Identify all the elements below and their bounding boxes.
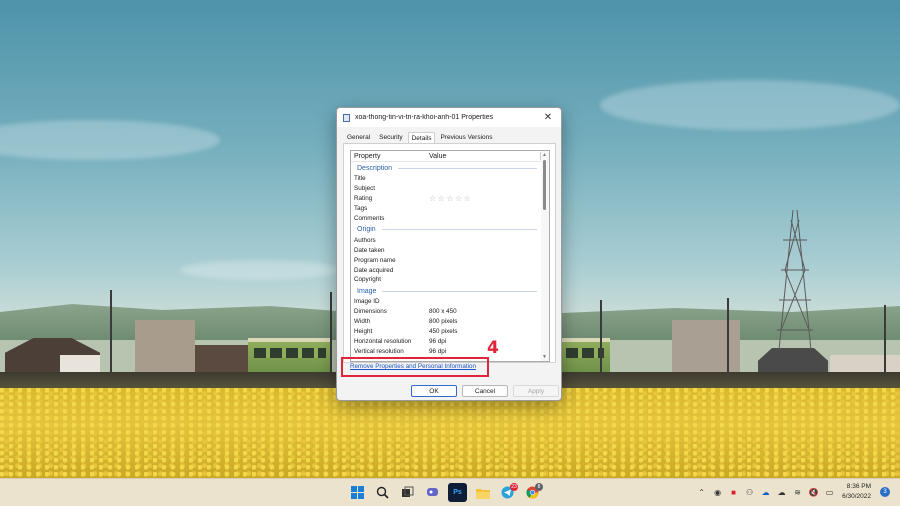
table-row[interactable]: Vertical resolution 96 dpi (351, 346, 541, 356)
property-name: Title (354, 175, 366, 183)
close-button[interactable]: ✕ (541, 111, 555, 125)
properties-list[interactable]: Property Value Description Title Subject… (350, 150, 550, 362)
table-row[interactable]: Height 450 pixels (351, 327, 541, 337)
property-name: Comments (354, 215, 385, 222)
chrome-icon[interactable]: 8 (523, 483, 543, 502)
scroll-up-arrow-icon[interactable]: ▲ (542, 152, 547, 158)
section-origin: Origin (351, 224, 541, 235)
table-row[interactable]: Copyright (351, 275, 541, 285)
property-name: Tags (354, 205, 368, 213)
table-row[interactable]: Image ID (351, 297, 541, 307)
tray-security-icon[interactable]: ■ (728, 487, 739, 498)
power-tower (777, 210, 813, 350)
property-name: Date acquired (354, 266, 394, 274)
tab-strip: General Security Details Previous Versio… (337, 127, 561, 144)
table-row[interactable]: Date acquired (351, 265, 541, 275)
windows-start-icon[interactable] (348, 483, 367, 502)
property-name: Width (354, 318, 371, 326)
telegram-unread-badge: 23 (510, 483, 518, 491)
dialog-titlebar[interactable]: xoa-thong-tin-vi-tri-ra-khoi-anh-01 Prop… (337, 108, 561, 127)
clock-time: 8:36 PM (846, 483, 871, 490)
tray-vpn-icon[interactable]: ⚇ (744, 487, 755, 498)
property-name: Rating (354, 195, 373, 203)
clock[interactable]: 8:36 PM 6/30/2022 (842, 482, 871, 502)
tab-general[interactable]: General (343, 131, 374, 143)
volume-muted-icon[interactable]: 🔇 (808, 487, 819, 498)
cancel-button[interactable]: Cancel (462, 385, 508, 397)
tab-security[interactable]: Security (375, 131, 406, 143)
section-label: Description (357, 165, 393, 172)
table-row[interactable]: Date taken (351, 245, 541, 255)
column-header-property[interactable]: Property (354, 153, 429, 160)
section-label: Image (357, 287, 377, 295)
cloud-icon[interactable]: ☁ (776, 487, 787, 498)
taskbar-apps: Ps 23 8 (348, 483, 543, 502)
highlight-box (341, 357, 489, 377)
section-description: Description (351, 163, 541, 174)
property-name: Subject (354, 185, 376, 193)
ok-button[interactable]: OK (411, 385, 457, 397)
dialog-title: xoa-thong-tin-vi-tri-ra-khoi-anh-01 Prop… (355, 114, 494, 121)
taskbar: Ps 23 8 ⌃ ◉ ■ ⚇ ☁ ☁ ≋ 🔇 ▭ 8:36 PM 6/30/2… (0, 478, 900, 506)
apply-button[interactable]: Apply (513, 385, 559, 397)
scrollbar-thumb[interactable] (543, 160, 546, 210)
property-name: Vertical resolution (354, 347, 404, 355)
section-label: Origin (357, 226, 376, 234)
dialog-buttons: OK Cancel Apply (411, 385, 559, 397)
table-row[interactable]: Dimensions 800 x 450 (351, 307, 541, 317)
property-name: Dimensions (354, 308, 387, 316)
table-row[interactable]: Subject (351, 184, 541, 194)
property-value[interactable]: 96 dpi (429, 348, 541, 355)
step-number-label: 4 (487, 338, 499, 358)
table-row[interactable]: Title (351, 174, 541, 184)
details-panel: Property Value Description Title Subject… (343, 143, 556, 363)
table-row[interactable]: Horizontal resolution 96 dpi (351, 336, 541, 346)
table-row[interactable]: Tags (351, 204, 541, 214)
property-name: Image ID (354, 298, 380, 306)
tray-app-icon[interactable]: ◉ (712, 487, 723, 498)
property-value[interactable]: 450 pixels (429, 328, 541, 335)
table-row[interactable]: Program name (351, 255, 541, 265)
section-image: Image (351, 286, 541, 297)
property-name: Program name (354, 256, 396, 264)
table-row[interactable]: Authors (351, 235, 541, 245)
table-row[interactable]: Width 800 pixels (351, 317, 541, 327)
list-header: Property Value (351, 151, 549, 162)
property-value[interactable]: 800 pixels (429, 318, 541, 325)
photoshop-label: Ps (453, 489, 462, 496)
property-name: Copyright (354, 276, 381, 284)
wifi-icon[interactable]: ≋ (792, 487, 803, 498)
system-tray: ⌃ ◉ ■ ⚇ ☁ ☁ ≋ 🔇 ▭ 8:36 PM 6/30/2022 3 (696, 482, 890, 502)
list-scrollbar[interactable]: ▲ ▼ (541, 151, 549, 361)
column-header-value[interactable]: Value (429, 153, 540, 160)
battery-icon[interactable]: ▭ (824, 487, 835, 498)
task-view-icon[interactable] (398, 483, 417, 502)
property-name: Height (354, 328, 373, 336)
telegram-icon[interactable]: 23 (498, 483, 518, 502)
rating-stars[interactable]: ☆☆☆☆☆ (429, 194, 541, 203)
chevron-up-icon[interactable]: ⌃ (696, 487, 707, 498)
onedrive-icon[interactable]: ☁ (760, 487, 771, 498)
chrome-profile-badge: 8 (535, 483, 543, 491)
tab-previous-versions[interactable]: Previous Versions (436, 131, 496, 143)
chat-icon[interactable] (423, 483, 442, 502)
clock-date: 6/30/2022 (842, 493, 871, 500)
search-icon[interactable] (373, 483, 392, 502)
table-row[interactable]: Rating ☆☆☆☆☆ (351, 194, 541, 204)
image-file-icon (343, 113, 350, 122)
property-name: Authors (354, 236, 376, 244)
property-value[interactable]: 800 x 450 (429, 308, 541, 315)
list-rows: Description Title Subject Rating ☆☆☆☆☆ Ta… (351, 162, 541, 361)
property-value[interactable]: 96 dpi (429, 338, 541, 345)
table-row[interactable]: Comments (351, 214, 541, 224)
file-explorer-icon[interactable] (473, 483, 492, 502)
property-name: Horizontal resolution (354, 337, 412, 345)
photoshop-icon[interactable]: Ps (448, 483, 467, 502)
property-name: Date taken (354, 246, 385, 254)
notification-count-badge[interactable]: 3 (880, 487, 890, 497)
scroll-down-arrow-icon[interactable]: ▼ (542, 354, 547, 360)
